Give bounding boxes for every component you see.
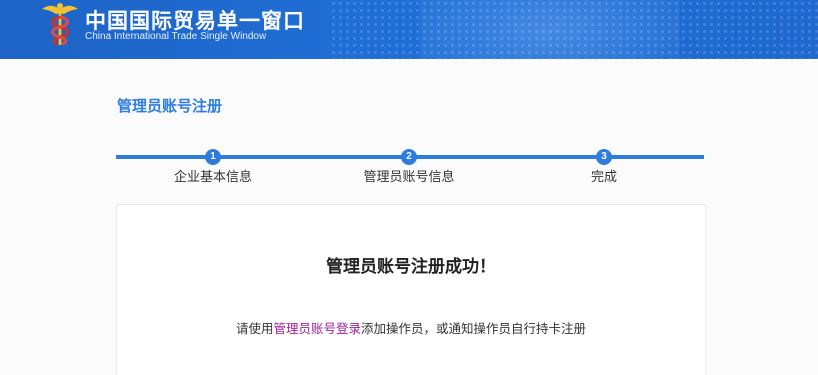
notice-suffix: 添加操作员，或通知操作员自行持卡注册: [361, 321, 587, 336]
admin-login-link[interactable]: 管理员账号登录: [273, 321, 361, 336]
header-pattern: [330, 0, 818, 59]
notice-text: 请使用管理员账号登录添加操作员，或通知操作员自行持卡注册: [117, 318, 705, 337]
caduceus-icon: [42, 3, 78, 46]
step-2-label: 管理员账号信息: [363, 170, 455, 185]
step-3-marker: 3: [596, 149, 612, 165]
step-3-label: 完成: [590, 170, 617, 185]
site-title-en: China International Trade Single Window: [85, 31, 267, 42]
step-1-marker: 1: [205, 149, 221, 165]
page-title: 管理员账号注册: [117, 97, 223, 115]
site-header: 中国国际贸易单一窗口 China International Trade Sin…: [0, 0, 818, 59]
result-panel: 管理员账号注册成功！ 请使用管理员账号登录添加操作员，或通知操作员自行持卡注册: [116, 204, 706, 375]
success-heading: 管理员账号注册成功！: [326, 257, 496, 277]
notice-prefix: 请使用: [235, 321, 274, 336]
step-2-marker: 2: [401, 149, 417, 165]
step-1-label: 企业基本信息: [173, 170, 252, 185]
